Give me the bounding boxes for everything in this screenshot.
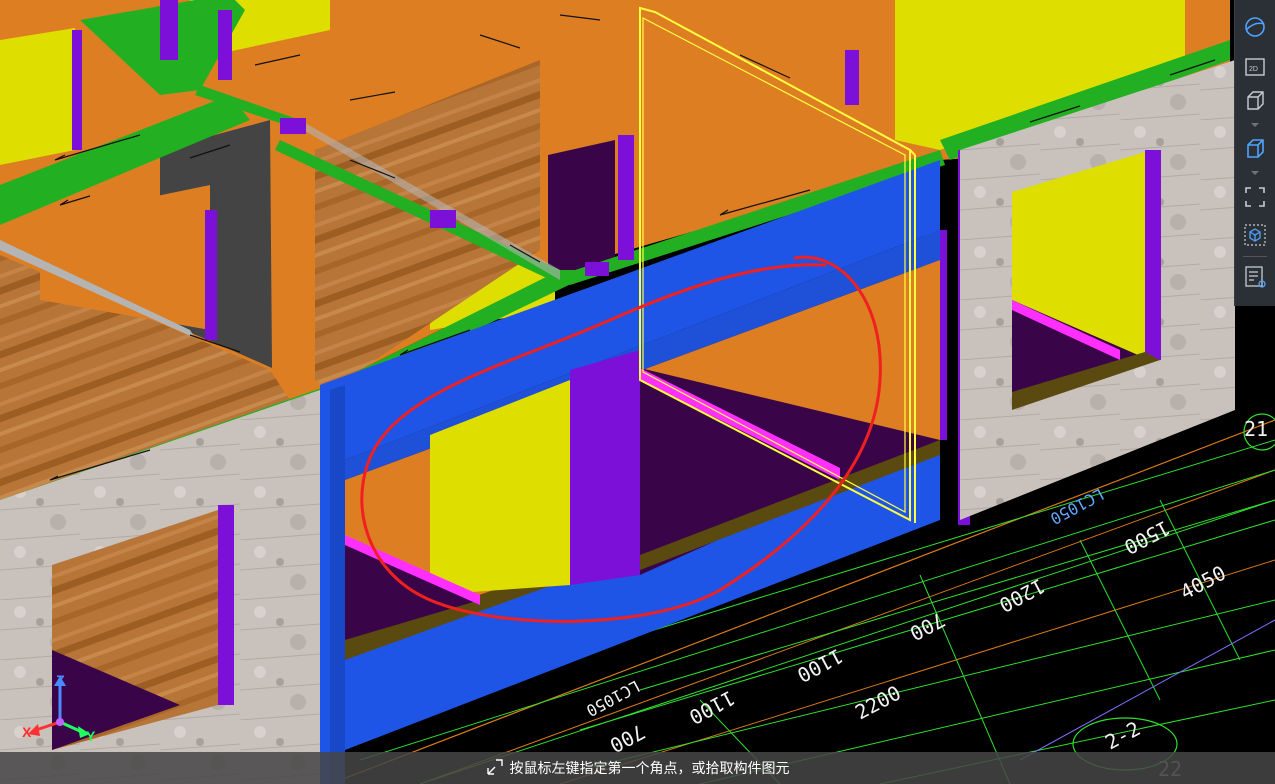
yellow-wall-top-left <box>0 28 75 165</box>
axis-gizmo-icon <box>28 676 90 738</box>
properties-button[interactable] <box>1240 262 1270 292</box>
grid-bubble-21: 21 <box>1244 417 1269 441</box>
3d-solid-icon <box>1243 137 1267 161</box>
axis-z-label: Z <box>56 672 65 688</box>
dark-room-upper <box>548 140 615 280</box>
select-box-icon <box>1243 223 1267 247</box>
properties-list-icon <box>1243 265 1267 289</box>
3d-model-scene[interactable]: 1500 1200 700 1100 1100 700 2200 4050 LC… <box>0 0 1275 784</box>
axis-x-label: X <box>22 724 32 740</box>
svg-text:2D: 2D <box>1249 66 1258 73</box>
frame-icon <box>1243 185 1267 209</box>
view-toolbar: 2D <box>1234 0 1275 306</box>
3d-solid-view-button[interactable] <box>1240 134 1270 164</box>
zoom-extents-button[interactable] <box>1240 182 1270 212</box>
crosshair-cursor-icon <box>486 758 504 779</box>
status-prompt-text: 按鼠标左键指定第一个角点，或拾取构件图元 <box>509 760 790 776</box>
3d-box-view-button[interactable] <box>1240 86 1270 116</box>
toolbar-separator <box>1243 256 1267 257</box>
2d-view-button[interactable]: 2D <box>1240 52 1270 82</box>
orbit-button[interactable] <box>1240 12 1270 42</box>
axis-y-label: Y <box>86 728 96 744</box>
status-bar: 按鼠标左键指定第一个角点，或拾取构件图元 <box>0 752 1275 784</box>
caret-down-icon <box>1251 123 1259 127</box>
3d-viewport[interactable]: 1500 1200 700 1100 1100 700 2200 4050 LC… <box>0 0 1275 784</box>
2d-view-icon: 2D <box>1243 55 1267 79</box>
component-select-button[interactable] <box>1240 220 1270 250</box>
caret-down-icon <box>1251 171 1259 175</box>
3d-box-icon <box>1243 89 1267 113</box>
axis-indicator: X Y Z <box>20 672 110 744</box>
orbit-icon <box>1243 15 1267 39</box>
